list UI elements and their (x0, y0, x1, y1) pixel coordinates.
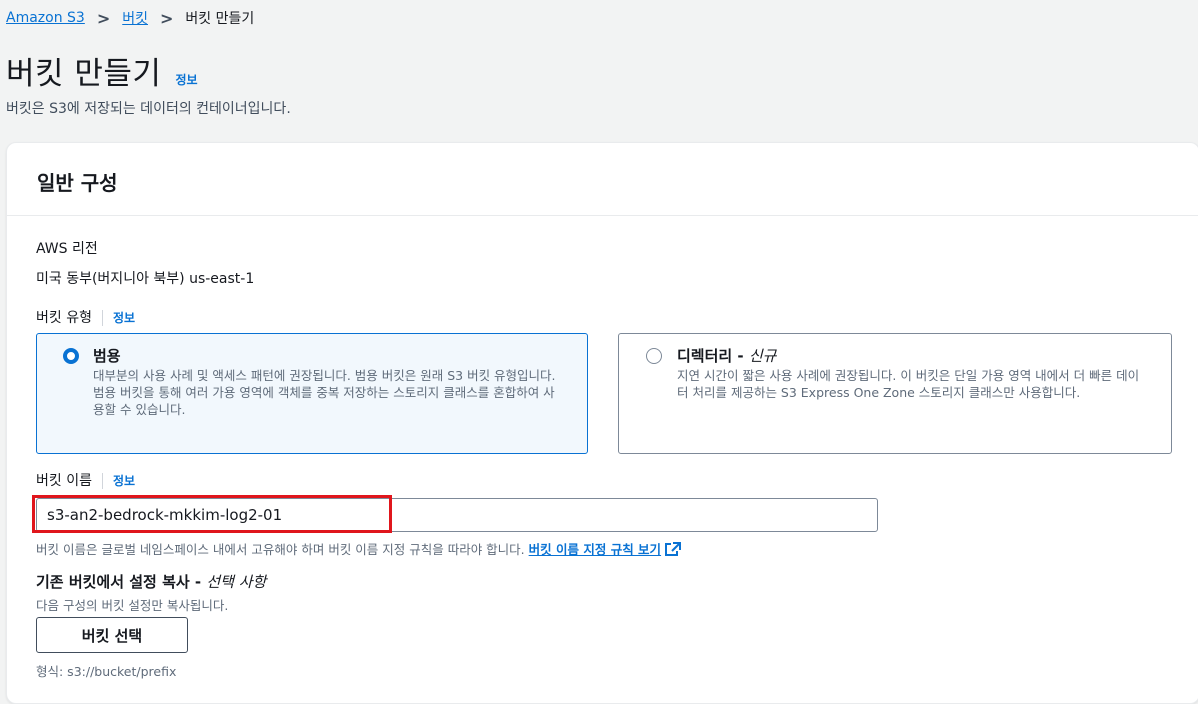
tile-description: 대부분의 사용 사례 및 액세스 패턴에 권장됩니다. 범용 버킷은 원래 S3… (93, 368, 556, 417)
radio-button-selected[interactable] (63, 348, 79, 364)
copy-settings-label: 기존 버킷에서 설정 복사 - 선택 사항 (36, 573, 267, 591)
external-link-icon (665, 542, 682, 559)
tile-title: 디렉터리 - 신규 (677, 347, 777, 365)
page-title: 버킷 만들기 (6, 56, 162, 92)
divider (101, 310, 103, 326)
breadcrumb: Amazon S3 > 버킷 > 버킷 만들기 (6, 8, 254, 28)
radio-button-unselected[interactable] (646, 348, 662, 364)
region-label: AWS 리전 (36, 241, 98, 257)
bucket-type-general-purpose[interactable]: 범용 대부분의 사용 사례 및 액세스 패턴에 권장됩니다. 범용 버킷은 원래… (36, 333, 588, 454)
breadcrumb-link-buckets[interactable]: 버킷 (122, 8, 148, 28)
bucket-type-label-row: 버킷 유형 정보 (36, 307, 135, 327)
page-info-link[interactable]: 정보 (175, 71, 197, 88)
tile-title: 범용 (93, 347, 121, 365)
chevron-right-icon: > (160, 8, 174, 28)
breadcrumb-link-s3[interactable]: Amazon S3 (6, 10, 85, 26)
panel-title: 일반 구성 (37, 171, 118, 195)
choose-bucket-button[interactable]: 버킷 선택 (36, 617, 188, 653)
bucket-name-hint: 버킷 이름은 글로벌 네임스페이스 내에서 고유해야 하며 버킷 이름 지정 규… (36, 539, 682, 559)
region-value: 미국 동부(버지니아 북부) us-east-1 (36, 271, 255, 287)
chevron-right-icon: > (96, 8, 111, 28)
tile-description: 지연 시간이 짧은 사용 사례에 권장됩니다. 이 버킷은 단일 가용 영역 내… (677, 368, 1140, 400)
bucket-type-info-link[interactable]: 정보 (113, 311, 135, 325)
panel-header: 일반 구성 (7, 143, 1198, 216)
bucket-name-label: 버킷 이름 (36, 473, 92, 489)
copy-settings-description: 다음 구성의 버킷 설정만 복사됩니다. (36, 598, 229, 613)
naming-rules-link[interactable]: 버킷 이름 지정 규칙 보기 (529, 542, 661, 557)
highlight-box (32, 495, 392, 533)
format-hint: 형식: s3://bucket/prefix (36, 664, 177, 679)
divider (101, 473, 103, 489)
breadcrumb-current: 버킷 만들기 (185, 11, 255, 27)
bucket-type-directory[interactable]: 디렉터리 - 신규 지연 시간이 짧은 사용 사례에 권장됩니다. 이 버킷은 … (618, 333, 1172, 454)
page-header: 버킷 만들기 정보 (6, 48, 198, 93)
bucket-type-label: 버킷 유형 (36, 310, 92, 326)
page-description: 버킷은 S3에 저장되는 데이터의 컨테이너입니다. (6, 101, 291, 117)
bucket-name-info-link[interactable]: 정보 (113, 474, 135, 488)
bucket-name-label-row: 버킷 이름 정보 (36, 470, 135, 490)
